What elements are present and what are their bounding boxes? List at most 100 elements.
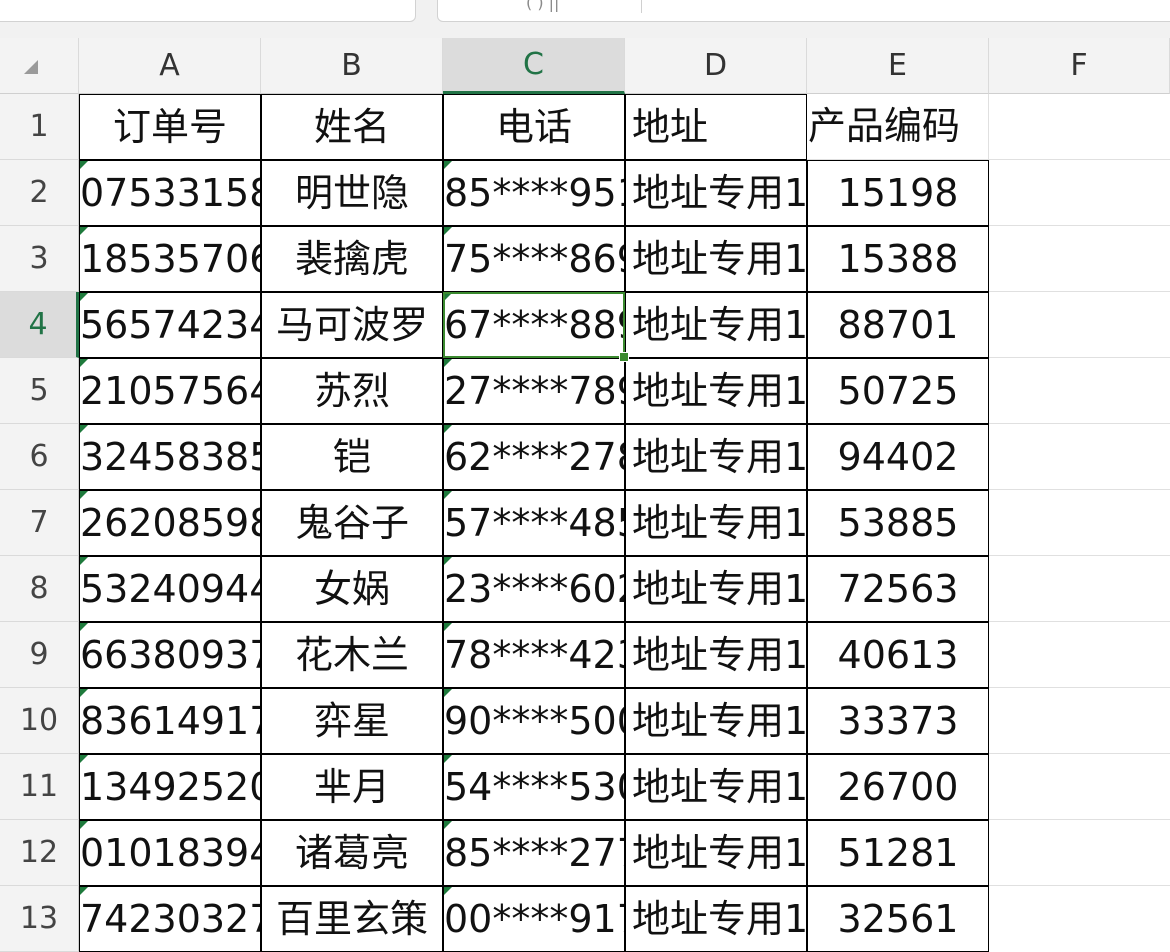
cell-name[interactable]: 百里玄策 (261, 886, 443, 952)
cell-name[interactable]: 铠 (261, 424, 443, 490)
cell-name[interactable]: 明世隐 (261, 160, 443, 226)
cell-phone[interactable]: 78****423 (443, 622, 625, 688)
cell-order[interactable]: 83614917 (79, 688, 261, 754)
header-cell-name[interactable]: 姓名 (261, 94, 443, 160)
cell-product-code[interactable]: 33373 (807, 688, 989, 754)
cell-order[interactable]: 26208598 (79, 490, 261, 556)
row-header-13[interactable]: 13 (0, 886, 79, 952)
cell-phone[interactable]: 75****869 (443, 226, 625, 292)
cell-phone[interactable]: 85****277 (443, 820, 625, 886)
cell-address[interactable]: 地址专用1 (625, 160, 807, 226)
number-as-text-indicator-icon (80, 821, 88, 829)
cell-name[interactable]: 苏烈 (261, 358, 443, 424)
cell-address[interactable]: 地址专用1 (625, 292, 807, 358)
formula-input[interactable]: ( ) || (437, 0, 1170, 22)
cell-product-code[interactable]: 88701 (807, 292, 989, 358)
cell-address[interactable]: 地址专用1 (625, 820, 807, 886)
cell-phone[interactable]: 27****789 (443, 358, 625, 424)
number-as-text-indicator-icon (80, 491, 88, 499)
cell-address[interactable]: 地址专用1 (625, 424, 807, 490)
cell-address[interactable]: 地址专用1 (625, 688, 807, 754)
row-header-4[interactable]: 4 (0, 292, 79, 358)
number-as-text-indicator-icon (444, 491, 452, 499)
cell-product-code[interactable]: 26700 (807, 754, 989, 820)
row-header-1[interactable]: 1 (0, 94, 79, 160)
header-cell-order[interactable]: 订单号 (79, 94, 261, 160)
number-as-text-indicator-icon (444, 227, 452, 235)
number-as-text-indicator-icon (444, 821, 452, 829)
cell-phone[interactable]: 90****500 (443, 688, 625, 754)
cell-product-code[interactable]: 40613 (807, 622, 989, 688)
row-header-9[interactable]: 9 (0, 622, 79, 688)
cell-product-code[interactable]: 72563 (807, 556, 989, 622)
cell-product-code[interactable]: 51281 (807, 820, 989, 886)
cell-order[interactable]: 21057564 (79, 358, 261, 424)
number-as-text-indicator-icon (444, 425, 452, 433)
cell-address[interactable]: 地址专用1 (625, 754, 807, 820)
cell-name[interactable]: 裴擒虎 (261, 226, 443, 292)
cell-phone[interactable]: 23****602 (443, 556, 625, 622)
cell-order[interactable]: 74230327 (79, 886, 261, 952)
cell-product-code[interactable]: 15198 (807, 160, 989, 226)
header-cell-phone[interactable]: 电话 (443, 94, 625, 160)
cell-address[interactable]: 地址专用1 (625, 556, 807, 622)
row-header-10[interactable]: 10 (0, 688, 79, 754)
column-header-a[interactable]: A (79, 38, 261, 94)
cell-name[interactable]: 鬼谷子 (261, 490, 443, 556)
cell-product-code[interactable]: 94402 (807, 424, 989, 490)
number-as-text-indicator-icon (444, 293, 452, 301)
name-box[interactable] (0, 0, 416, 22)
row-header-12[interactable]: 12 (0, 820, 79, 886)
cell-phone[interactable]: 57****485 (443, 490, 625, 556)
cell-phone[interactable]: 67****889 (443, 292, 625, 358)
row-header-5[interactable]: 5 (0, 358, 79, 424)
number-as-text-indicator-icon (80, 755, 88, 763)
number-as-text-indicator-icon (80, 623, 88, 631)
cell-phone[interactable]: 62****278 (443, 424, 625, 490)
cell-order[interactable]: 66380937 (79, 622, 261, 688)
cell-phone[interactable]: 85****951 (443, 160, 625, 226)
cell-product-code[interactable]: 53885 (807, 490, 989, 556)
cell-address[interactable]: 地址专用1 (625, 358, 807, 424)
column-header-f[interactable]: F (989, 38, 1170, 94)
row-header-8[interactable]: 8 (0, 556, 79, 622)
row-header-6[interactable]: 6 (0, 424, 79, 490)
row-header-3[interactable]: 3 (0, 226, 79, 292)
fill-handle[interactable] (619, 352, 629, 362)
header-cell-product-code[interactable]: 购买产品编码 (807, 94, 989, 160)
row-header-2[interactable]: 2 (0, 160, 79, 226)
cell-order[interactable]: 32458385 (79, 424, 261, 490)
cell-name[interactable]: 弈星 (261, 688, 443, 754)
column-header-c[interactable]: C (443, 38, 625, 94)
column-header-e[interactable]: E (807, 38, 989, 94)
cell-name[interactable]: 马可波罗 (261, 292, 443, 358)
number-as-text-indicator-icon (80, 359, 88, 367)
number-as-text-indicator-icon (444, 887, 452, 895)
cell-name[interactable]: 花木兰 (261, 622, 443, 688)
cell-phone[interactable]: 54****530 (443, 754, 625, 820)
cell-order[interactable]: 56574234 (79, 292, 261, 358)
row-header-11[interactable]: 11 (0, 754, 79, 820)
cell-product-code[interactable]: 32561 (807, 886, 989, 952)
cell-name[interactable]: 女娲 (261, 556, 443, 622)
cell-name[interactable]: 芈月 (261, 754, 443, 820)
cell-product-code[interactable]: 50725 (807, 358, 989, 424)
cell-order[interactable]: 01018394 (79, 820, 261, 886)
cell-order[interactable]: 13492520 (79, 754, 261, 820)
cell-order[interactable]: 53240944 (79, 556, 261, 622)
select-all-button[interactable] (0, 38, 79, 94)
cell-order[interactable]: 07533158 (79, 160, 261, 226)
column-header-d[interactable]: D (625, 38, 807, 94)
cell-phone[interactable]: 00****917 (443, 886, 625, 952)
cell-name[interactable]: 诸葛亮 (261, 820, 443, 886)
cell-product-code[interactable]: 15388 (807, 226, 989, 292)
number-as-text-indicator-icon (80, 887, 88, 895)
column-header-b[interactable]: B (261, 38, 443, 94)
cell-order[interactable]: 18535706 (79, 226, 261, 292)
row-header-7[interactable]: 7 (0, 490, 79, 556)
cell-address[interactable]: 地址专用1 (625, 226, 807, 292)
cell-address[interactable]: 地址专用1 (625, 886, 807, 952)
cell-address[interactable]: 地址专用1 (625, 490, 807, 556)
header-cell-address[interactable]: 地址 (625, 94, 807, 160)
cell-address[interactable]: 地址专用1 (625, 622, 807, 688)
